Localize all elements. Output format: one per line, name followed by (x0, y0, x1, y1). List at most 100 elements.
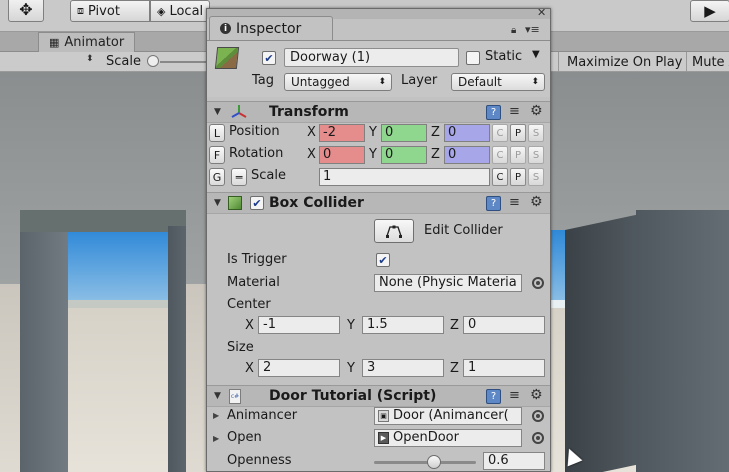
chevron-down-icon: ⬍ (531, 77, 539, 87)
object-picker-icon[interactable] (532, 410, 544, 422)
fold-closed-icon[interactable]: ▶ (213, 434, 219, 443)
edit-collider-button[interactable] (374, 219, 414, 243)
transform-title: Transform (269, 104, 349, 120)
close-icon[interactable]: ✕ (537, 9, 546, 19)
transform-axes-icon (231, 105, 247, 118)
resolution-dropdown-icon[interactable]: ⬍ (86, 54, 94, 64)
pivot-toggle-button[interactable]: ⧈ Pivot (70, 0, 150, 22)
rotation-y-field[interactable]: 0 (381, 146, 427, 164)
maximize-on-play-toggle[interactable]: Maximize On Play (558, 52, 690, 72)
axis-y-label: Y (369, 125, 377, 140)
material-field[interactable]: None (Physic Materiа (374, 274, 522, 292)
is-trigger-checkbox[interactable]: ✔ (376, 253, 390, 267)
transform-component-header[interactable]: ▼ Transform ? ≡ ⚙ (207, 101, 550, 123)
size-y-field[interactable]: 3 (362, 359, 444, 377)
axis-x-label: X (245, 361, 254, 376)
help-icon[interactable]: ? (486, 105, 501, 120)
position-y-field[interactable]: 0 (381, 124, 427, 142)
rotation-label: Rotation (229, 146, 284, 161)
preset-icon[interactable]: ≡ (509, 388, 520, 403)
move-tool-icon: ✥ (19, 0, 33, 19)
openness-slider-track[interactable] (374, 461, 476, 464)
size-z-field[interactable]: 1 (463, 359, 545, 377)
scene-wall-right (636, 210, 729, 472)
paste-button[interactable]: P (510, 146, 526, 164)
csharp-script-icon: c# (229, 389, 241, 404)
reset-button[interactable]: S (528, 168, 544, 186)
reset-button[interactable]: S (528, 124, 544, 142)
copy-button[interactable]: C (492, 146, 508, 164)
scale-field[interactable]: 1 (319, 168, 490, 186)
layer-dropdown[interactable]: Default ⬍ (451, 73, 545, 91)
object-name-field[interactable]: Doorway (1) (284, 48, 459, 67)
paste-button[interactable]: P (510, 124, 526, 142)
layer-value: Default (458, 75, 502, 89)
inspector-window: ✕ i Inspector 🔒︎ ▾≡ ✔ Doorway (1) Static… (206, 8, 551, 472)
paste-button[interactable]: P (510, 168, 526, 186)
copy-button[interactable]: C (492, 124, 508, 142)
move-tool-button[interactable]: ✥ (8, 0, 44, 22)
size-x-field[interactable]: 2 (258, 359, 340, 377)
copy-button[interactable]: C (492, 168, 508, 186)
center-x-field[interactable]: -1 (258, 316, 340, 334)
animancer-value: Door (Animancer( (393, 408, 509, 423)
animator-icon: ▦ (49, 36, 60, 49)
box-collider-component-header[interactable]: ▼ ✔ Box Collider ? ≡ ⚙ (207, 192, 550, 214)
preset-icon[interactable]: ≡ (509, 104, 520, 119)
rotation-z-field[interactable]: 0 (444, 146, 490, 164)
help-icon[interactable]: ? (486, 196, 501, 211)
rotation-x-field[interactable]: 0 (319, 146, 365, 164)
openness-slider-knob[interactable] (426, 455, 441, 469)
fold-open-icon[interactable]: ▼ (214, 107, 221, 117)
window-menu-icon[interactable]: ▾≡ (525, 23, 540, 36)
scale-slider-knob[interactable] (147, 55, 159, 67)
center-y-field[interactable]: 1.5 (362, 316, 444, 334)
tab-animator[interactable]: ▦ Animator (38, 32, 136, 52)
scale-slider-track[interactable] (160, 61, 206, 63)
scale-key-button[interactable]: G (209, 168, 225, 186)
object-picker-icon[interactable] (532, 277, 544, 289)
static-checkbox[interactable] (466, 51, 480, 65)
rotation-key-button[interactable]: F (209, 146, 225, 164)
open-value: OpenDoor (393, 430, 459, 445)
active-checkbox[interactable]: ✔ (262, 51, 276, 65)
door-tutorial-script-header[interactable]: ▼ c# Door Tutorial (Script) ? ≡ ⚙ (207, 385, 550, 407)
gear-icon[interactable]: ⚙ (530, 387, 543, 403)
fold-open-icon[interactable]: ▼ (214, 198, 221, 208)
local-toggle-button[interactable]: ◈ Local (150, 0, 210, 22)
scale-label: Scale (251, 168, 286, 183)
center-z-field[interactable]: 0 (463, 316, 545, 334)
axis-x-label: X (307, 147, 316, 162)
layer-label: Layer (401, 73, 438, 88)
reset-button[interactable]: S (528, 146, 544, 164)
help-icon[interactable]: ? (486, 389, 501, 404)
game-object-cube-icon (214, 47, 240, 69)
scale-row: G ═ Scale 1 C P S (207, 167, 550, 187)
animancer-field[interactable]: ▣ Door (Animancer( (374, 407, 522, 425)
gear-icon[interactable]: ⚙ (530, 103, 543, 119)
openness-field[interactable]: 0.6 (483, 452, 545, 470)
preset-icon[interactable]: ≡ (509, 195, 520, 210)
position-z-field[interactable]: 0 (444, 124, 490, 142)
box-collider-icon (228, 196, 242, 210)
play-button[interactable]: ▶ (690, 0, 729, 22)
link-scale-icon[interactable]: ═ (231, 168, 247, 186)
open-field[interactable]: ▶ OpenDoor (374, 429, 522, 447)
static-label: Static (485, 49, 523, 64)
tag-dropdown[interactable]: Untagged ⬍ (284, 73, 392, 91)
fold-open-icon[interactable]: ▼ (214, 391, 221, 401)
scale-label: Scale (106, 54, 141, 69)
gear-icon[interactable]: ⚙ (530, 194, 543, 210)
static-dropdown-icon[interactable]: ▼ (532, 49, 540, 60)
axis-z-label: Z (450, 318, 459, 333)
position-key-button[interactable]: L (209, 124, 225, 142)
lock-icon[interactable]: 🔒︎ (511, 25, 516, 36)
tab-inspector[interactable]: i Inspector (209, 16, 333, 40)
fold-closed-icon[interactable]: ▶ (213, 411, 219, 420)
position-x-field[interactable]: -2 (319, 124, 365, 142)
object-picker-icon[interactable] (532, 432, 544, 444)
mute-audio-toggle[interactable]: Mute A (686, 52, 729, 72)
box-collider-enabled-checkbox[interactable]: ✔ (250, 196, 264, 210)
tag-label: Tag (252, 73, 275, 88)
center-label: Center (227, 297, 271, 312)
